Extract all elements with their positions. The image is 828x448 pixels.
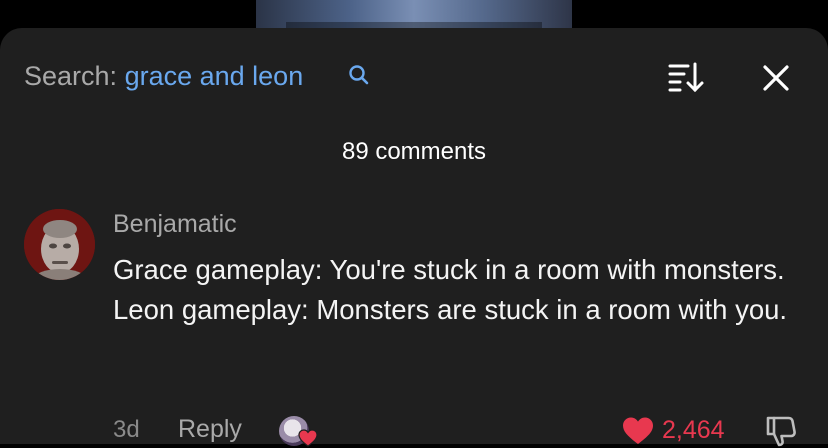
comment-text: Grace gameplay: You're stuck in a room w… (113, 254, 788, 325)
creator-heart-icon (298, 429, 318, 447)
avatar[interactable] (24, 209, 95, 280)
comment-timestamp: 3d (113, 416, 140, 443)
dislike-icon[interactable] (764, 414, 798, 448)
search-bar[interactable]: Search: grace and leon (24, 61, 303, 92)
sort-icon[interactable] (666, 60, 706, 94)
reply-button[interactable]: Reply (178, 415, 242, 444)
search-icon (349, 65, 369, 85)
close-icon[interactable] (758, 60, 794, 96)
comment-username[interactable]: Benjamatic (113, 210, 237, 239)
like-count: 2,464 (662, 416, 725, 444)
search-label: Search: (24, 61, 118, 91)
comments-sheet: Search: grace and leon 89 comments Benja… (0, 28, 828, 447)
video-preview[interactable] (256, 0, 572, 28)
search-query[interactable]: grace and leon (125, 61, 304, 91)
heart-icon[interactable] (622, 416, 654, 446)
comment-count: 89 comments (341, 138, 487, 165)
